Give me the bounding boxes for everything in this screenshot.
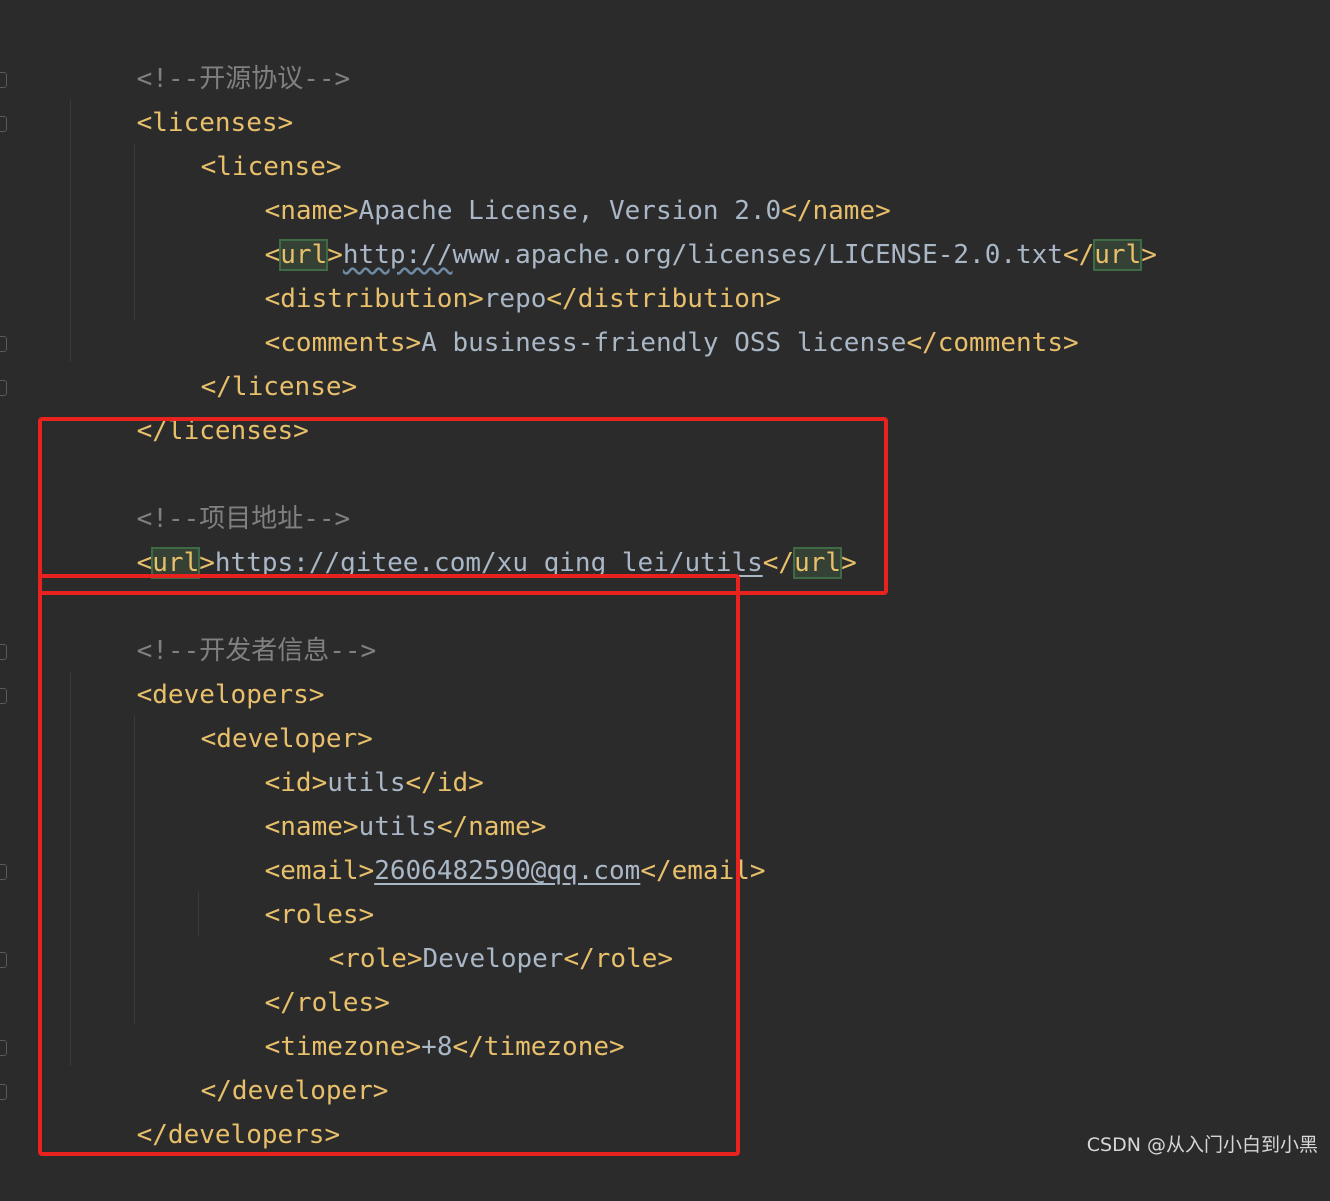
- fold-marker-icon[interactable]: [0, 864, 7, 880]
- fold-marker-icon[interactable]: [0, 688, 7, 704]
- xml-text: A business-friendly OSS license: [421, 328, 907, 358]
- indent-guide: [70, 100, 71, 362]
- fold-marker-icon[interactable]: [0, 336, 7, 352]
- xml-tag: </: [1062, 240, 1095, 270]
- xml-tag: >: [1141, 240, 1157, 270]
- annotation-box-project-url: [38, 417, 888, 595]
- annotation-box-developers: [38, 574, 740, 1156]
- code-line: </licenses>: [74, 365, 309, 446]
- code-line: <licenses>: [74, 57, 294, 138]
- fold-marker-icon[interactable]: [0, 72, 7, 88]
- matched-tag-highlight: url: [1093, 239, 1143, 271]
- code-line: </license>: [138, 321, 358, 402]
- code-line: <!--开源协议-->: [74, 13, 351, 94]
- code-line: <distribution>repo</distribution>: [202, 233, 782, 314]
- code-editor[interactable]: <!--开源协议--> <licenses> <license> <name>A…: [0, 0, 1330, 1165]
- fold-marker-icon[interactable]: [0, 1084, 7, 1100]
- code-line: <license>: [138, 101, 342, 182]
- fold-marker-icon[interactable]: [0, 644, 7, 660]
- fold-marker-icon[interactable]: [0, 952, 7, 968]
- code-line: <comments>A business-friendly OSS licens…: [202, 277, 1079, 358]
- indent-guide: [134, 144, 135, 320]
- code-line: <url>http://www.apache.org/licenses/LICE…: [202, 189, 1157, 271]
- fold-marker-icon[interactable]: [0, 1040, 7, 1056]
- fold-marker-icon[interactable]: [0, 116, 7, 132]
- xml-tag: </comments>: [906, 328, 1079, 358]
- fold-marker-icon[interactable]: [0, 380, 7, 396]
- watermark: CSDN @从入门小白到小黑: [1086, 1134, 1318, 1156]
- code-line: <name>Apache License, Version 2.0</name>: [202, 145, 891, 226]
